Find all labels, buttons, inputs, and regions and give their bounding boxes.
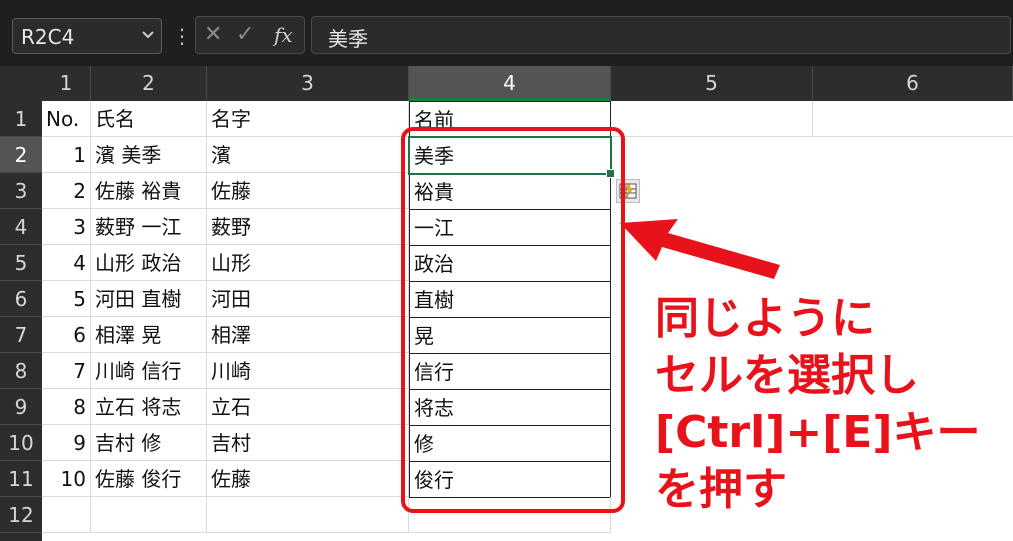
cell-fullname[interactable]: 薮野 一江 — [91, 209, 207, 245]
cell-no[interactable]: 8 — [42, 389, 91, 425]
cell-surname[interactable]: 吉村 — [207, 425, 409, 461]
cell-empty[interactable] — [207, 497, 409, 533]
row-header-4[interactable]: 4 — [0, 209, 42, 245]
annotation-line: [Ctrl]+[E]キー — [655, 407, 981, 458]
annotation-text: 同じように セルを選択し [Ctrl]+[E]キー を押す — [655, 290, 980, 518]
cell-surname[interactable]: 河田 — [207, 281, 409, 317]
row-header-9[interactable]: 9 — [0, 389, 42, 425]
row-header-5[interactable]: 5 — [0, 245, 42, 281]
cell-surname[interactable]: 立石 — [207, 389, 409, 425]
column-header-4[interactable]: 4 — [409, 66, 611, 101]
cell-surname[interactable]: 佐藤 — [207, 173, 409, 209]
row-header-3[interactable]: 3 — [0, 173, 42, 209]
column-header-2[interactable]: 2 — [91, 66, 207, 101]
cell-surname[interactable]: 濱 — [207, 137, 409, 173]
chevron-down-icon[interactable] — [141, 26, 155, 45]
cancel-icon[interactable]: ✕ — [204, 22, 222, 47]
column-header-1[interactable]: 1 — [42, 66, 91, 101]
formula-bar: R2C4 ⋮ ✕ ✓ fx 美季 — [0, 0, 1013, 66]
cell-header-fullname[interactable]: 氏名 — [91, 101, 207, 137]
cell-surname[interactable]: 相澤 — [207, 317, 409, 353]
annotation-line: を押す — [655, 464, 787, 515]
name-box[interactable]: R2C4 — [12, 18, 162, 54]
cell-no[interactable]: 1 — [42, 137, 91, 173]
cell-surname[interactable]: 山形 — [207, 245, 409, 281]
cell-fullname[interactable]: 佐藤 裕貴 — [91, 173, 207, 209]
insert-function-icon[interactable]: fx — [274, 23, 293, 47]
annotation-line: セルを選択し — [655, 350, 919, 401]
cell-fullname[interactable]: 吉村 修 — [91, 425, 207, 461]
cell-no[interactable]: 4 — [42, 245, 91, 281]
cell-no[interactable]: 7 — [42, 353, 91, 389]
enter-icon[interactable]: ✓ — [236, 22, 254, 47]
cell-fullname[interactable]: 立石 将志 — [91, 389, 207, 425]
formula-buttons: ✕ ✓ fx — [195, 16, 305, 54]
cell-surname[interactable]: 薮野 — [207, 209, 409, 245]
row-header-6[interactable]: 6 — [0, 281, 42, 317]
row-headers: 1 2 3 4 5 6 7 8 9 10 11 12 — [0, 101, 42, 541]
cell-no[interactable]: 2 — [42, 173, 91, 209]
cell-surname[interactable]: 佐藤 — [207, 461, 409, 497]
arrow-left-icon — [620, 219, 780, 279]
name-box-value[interactable]: R2C4 — [21, 25, 74, 49]
cell-fullname[interactable]: 山形 政治 — [91, 245, 207, 281]
row-header-8[interactable]: 8 — [0, 353, 42, 389]
cell-empty[interactable] — [611, 101, 813, 137]
column-header-6[interactable]: 6 — [813, 66, 1013, 101]
row-header-11[interactable]: 11 — [0, 461, 42, 497]
formula-input-value[interactable]: 美季 — [328, 23, 368, 52]
cell-fullname[interactable]: 佐藤 俊行 — [91, 461, 207, 497]
cell-no[interactable]: 6 — [42, 317, 91, 353]
annotation-line: 同じように — [655, 293, 875, 344]
cell-header-no[interactable]: No. — [42, 101, 91, 137]
row-header-12[interactable]: 12 — [0, 497, 42, 533]
cell-fullname[interactable]: 濱 美季 — [91, 137, 207, 173]
cell-no[interactable]: 10 — [42, 461, 91, 497]
cell-empty[interactable] — [42, 497, 91, 533]
cell-empty[interactable] — [813, 101, 1013, 137]
column-header-3[interactable]: 3 — [207, 66, 409, 101]
row-header-7[interactable]: 7 — [0, 317, 42, 353]
cell-no[interactable]: 3 — [42, 209, 91, 245]
formula-bar-separator-icon: ⋮ — [172, 24, 192, 48]
column-headers: 1 2 3 4 5 6 — [0, 66, 1013, 101]
cell-no[interactable]: 5 — [42, 281, 91, 317]
cell-fullname[interactable]: 川崎 信行 — [91, 353, 207, 389]
column-header-5[interactable]: 5 — [611, 66, 813, 101]
highlight-frame — [401, 127, 625, 513]
cell-fullname[interactable]: 相澤 晃 — [91, 317, 207, 353]
cell-surname[interactable]: 川崎 — [207, 353, 409, 389]
row-header-1[interactable]: 1 — [0, 101, 42, 137]
cell-fullname[interactable]: 河田 直樹 — [91, 281, 207, 317]
row-header-10[interactable]: 10 — [0, 425, 42, 461]
cell-empty[interactable] — [91, 497, 207, 533]
row-header-2[interactable]: 2 — [0, 137, 42, 173]
cell-header-surname[interactable]: 名字 — [207, 101, 409, 137]
cell-no[interactable]: 9 — [42, 425, 91, 461]
formula-input[interactable]: 美季 — [311, 16, 1011, 54]
